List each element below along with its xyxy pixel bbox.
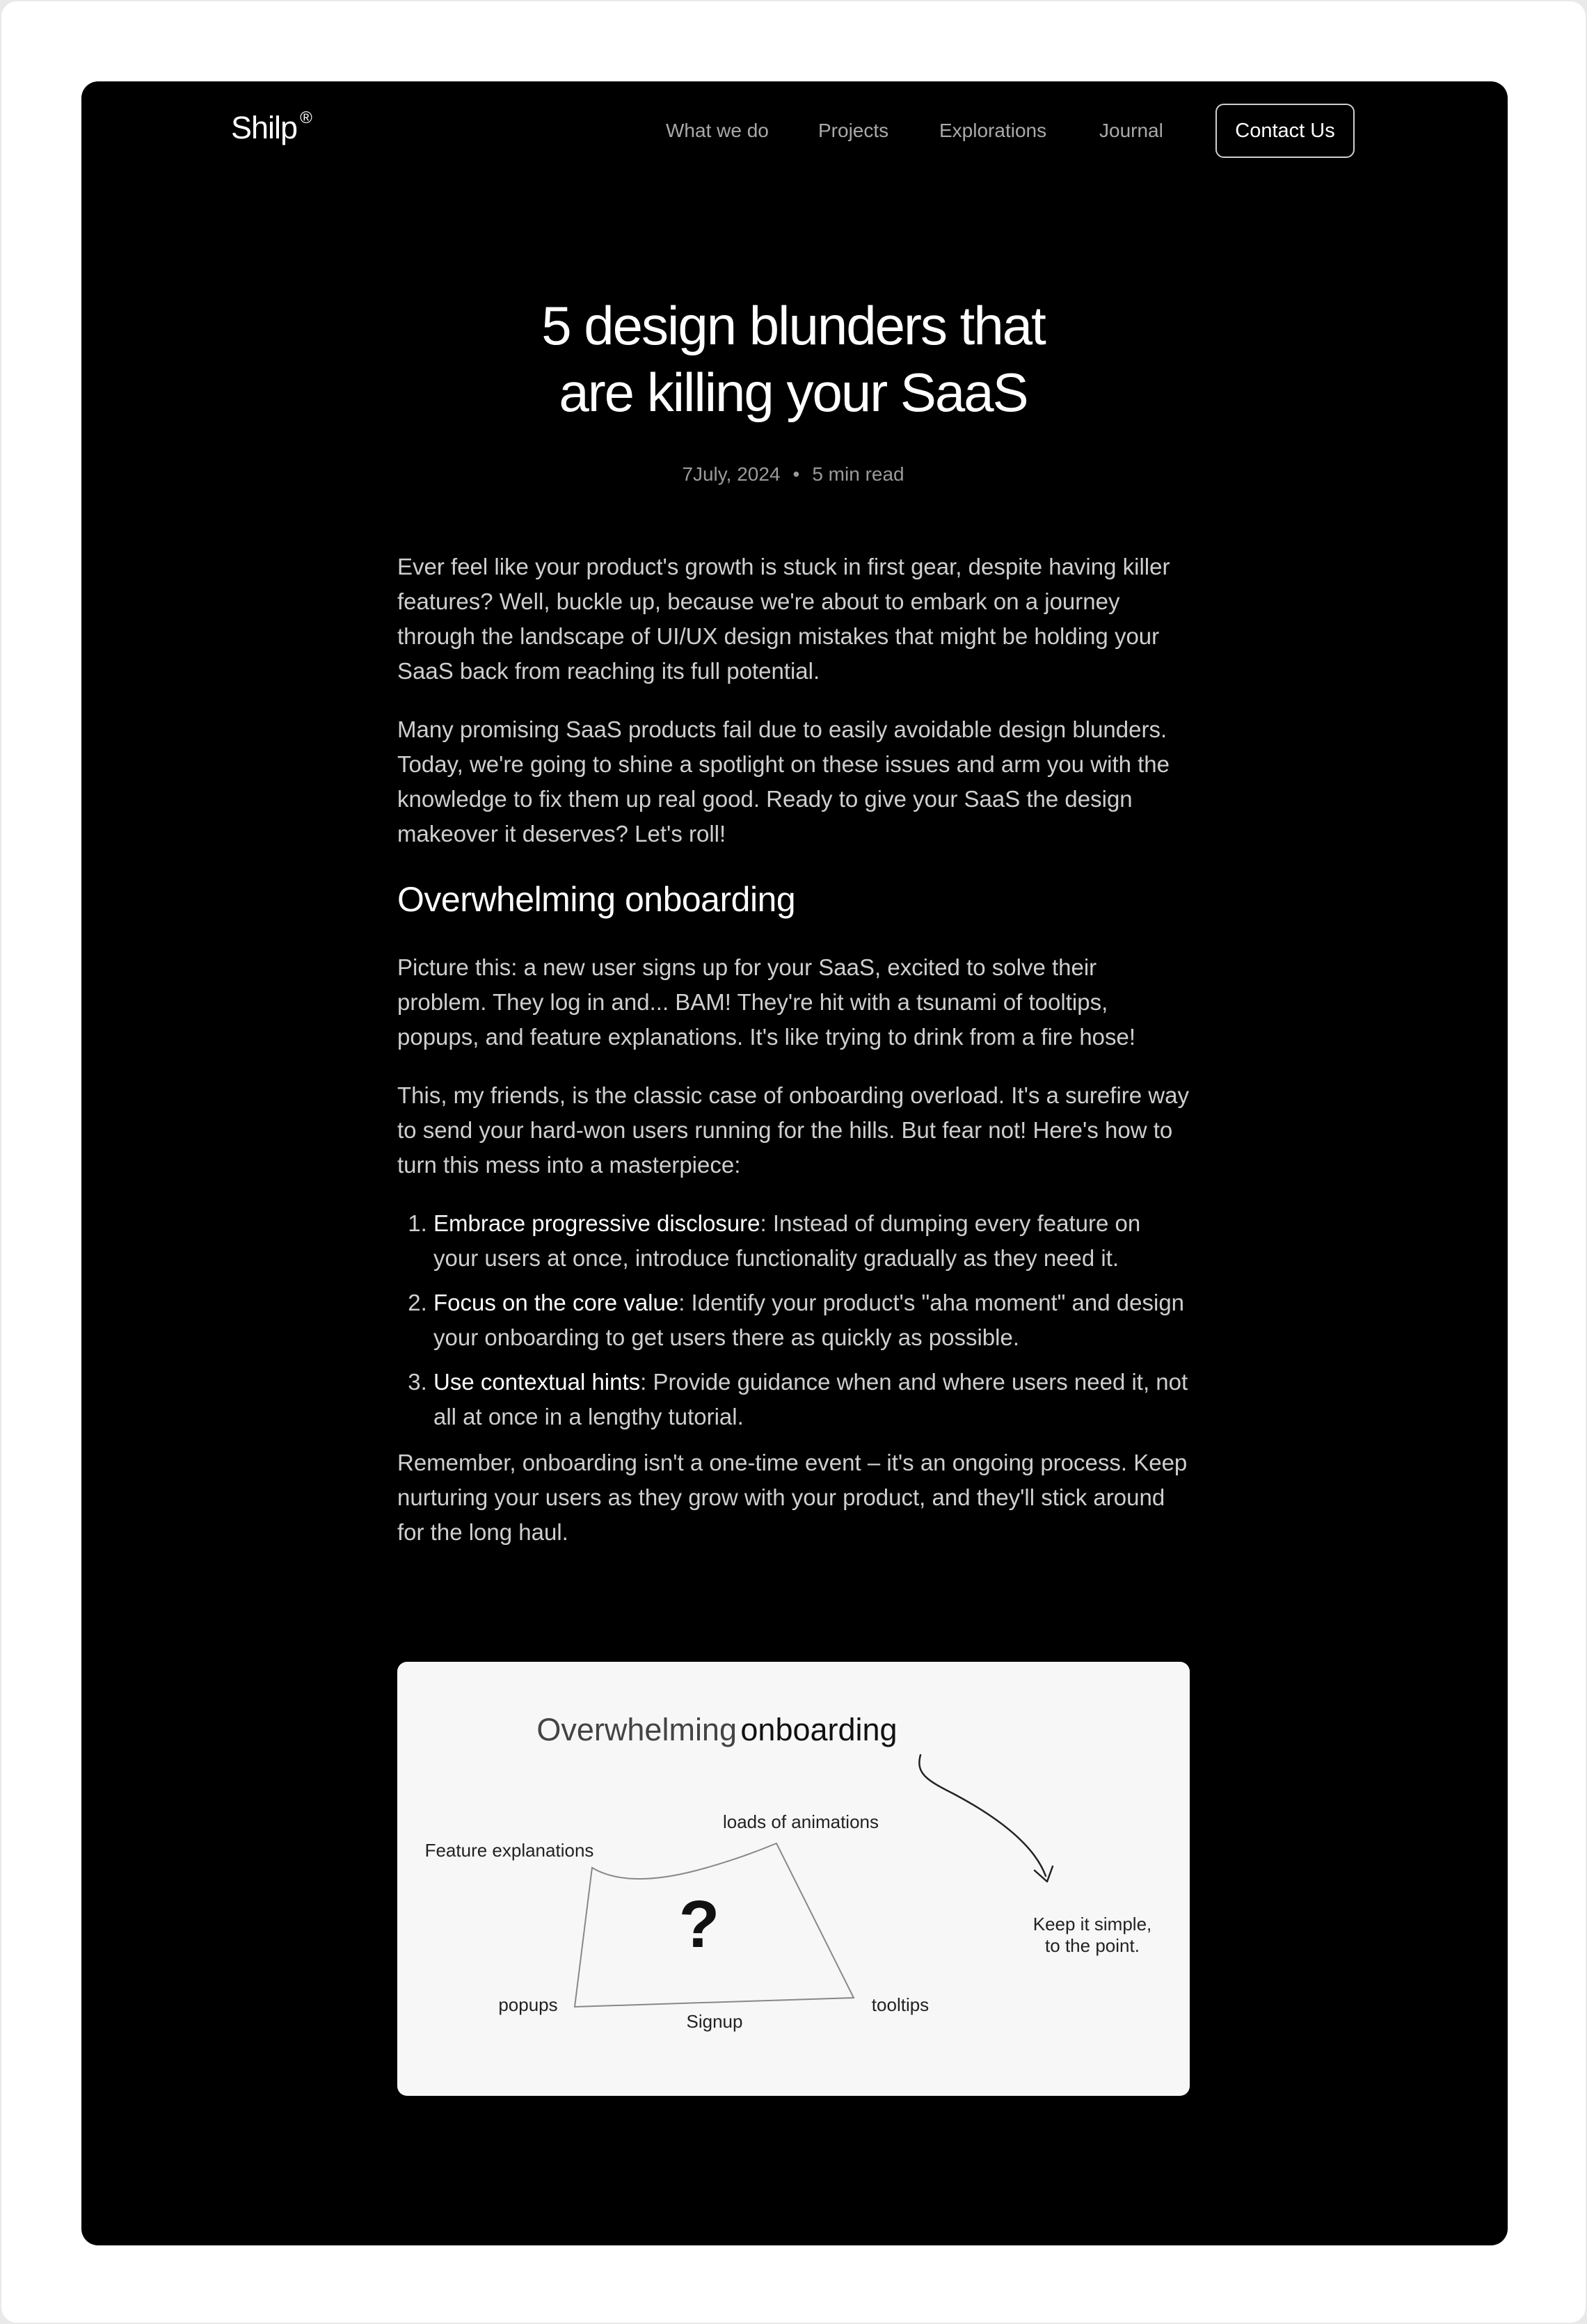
contact-us-button[interactable]: Contact Us <box>1215 104 1355 158</box>
nav-explorations[interactable]: Explorations <box>939 120 1046 142</box>
post-title: 5 design blunders that are killing your … <box>397 292 1190 426</box>
nav-journal[interactable]: Journal <box>1099 120 1163 142</box>
tips-list: Embrace progressive disclosure: Instead … <box>397 1206 1190 1434</box>
section-paragraph-1: Picture this: a new user signs up for yo… <box>397 954 1136 1050</box>
tip-title: Focus on the core value <box>433 1290 679 1315</box>
section-heading: Overwhelming onboarding <box>397 880 796 919</box>
illustration-title-light: Overwhelming <box>536 1712 737 1747</box>
note-line-2: to the point. <box>1045 1935 1140 1956</box>
label-signup: Signup <box>687 2011 743 2032</box>
question-mark-icon: ? <box>679 1887 720 1962</box>
onboarding-sketch: Overwhelming onboarding ? loads of anima… <box>425 1712 1152 2032</box>
label-tooltips: tooltips <box>872 1994 929 2015</box>
list-item: Focus on the core value: Identify your p… <box>433 1285 1190 1355</box>
nav-what-we-do[interactable]: What we do <box>666 120 769 142</box>
label-animations: loads of animations <box>723 1811 879 1832</box>
label-popups: popups <box>498 1994 557 2015</box>
post-date: 7July, 2024 <box>682 463 781 485</box>
illustration-card: Overwhelming onboarding ? loads of anima… <box>397 1662 1190 2096</box>
illustration-title-bold: onboarding <box>740 1712 897 1747</box>
arrow-head-icon <box>1033 1865 1054 1883</box>
list-item: Use contextual hints: Provide guidance w… <box>433 1365 1190 1434</box>
tip-title: Embrace progressive disclosure <box>433 1210 760 1236</box>
section-paragraph-2: This, my friends, is the classic case of… <box>397 1082 1189 1178</box>
post-meta: 7July, 2024 • 5 min read <box>397 463 1190 486</box>
note-line-1: Keep it simple, <box>1033 1914 1152 1934</box>
label-feature-explanations: Feature explanations <box>425 1840 594 1861</box>
registered-mark: ® <box>300 109 312 127</box>
post-title-line1: 5 design blunders that <box>541 295 1046 356</box>
intro-paragraph-2: Many promising SaaS products fail due to… <box>397 716 1170 847</box>
section-paragraph-3: Remember, onboarding isn't a one-time ev… <box>397 1450 1188 1545</box>
meta-separator: • <box>792 463 800 485</box>
nav-projects[interactable]: Projects <box>818 120 888 142</box>
read-time: 5 min read <box>812 463 904 485</box>
logo[interactable]: Shilp ® <box>231 109 312 146</box>
arrow-curve <box>918 1754 1047 1877</box>
list-item: Embrace progressive disclosure: Instead … <box>433 1206 1190 1276</box>
tip-title: Use contextual hints <box>433 1369 641 1395</box>
post-title-line2: are killing your SaaS <box>559 362 1028 423</box>
intro-paragraph-1: Ever feel like your product's growth is … <box>397 554 1170 684</box>
article-body: Ever feel like your product's growth is … <box>397 550 1190 1573</box>
logo-text: Shilp <box>231 110 298 145</box>
